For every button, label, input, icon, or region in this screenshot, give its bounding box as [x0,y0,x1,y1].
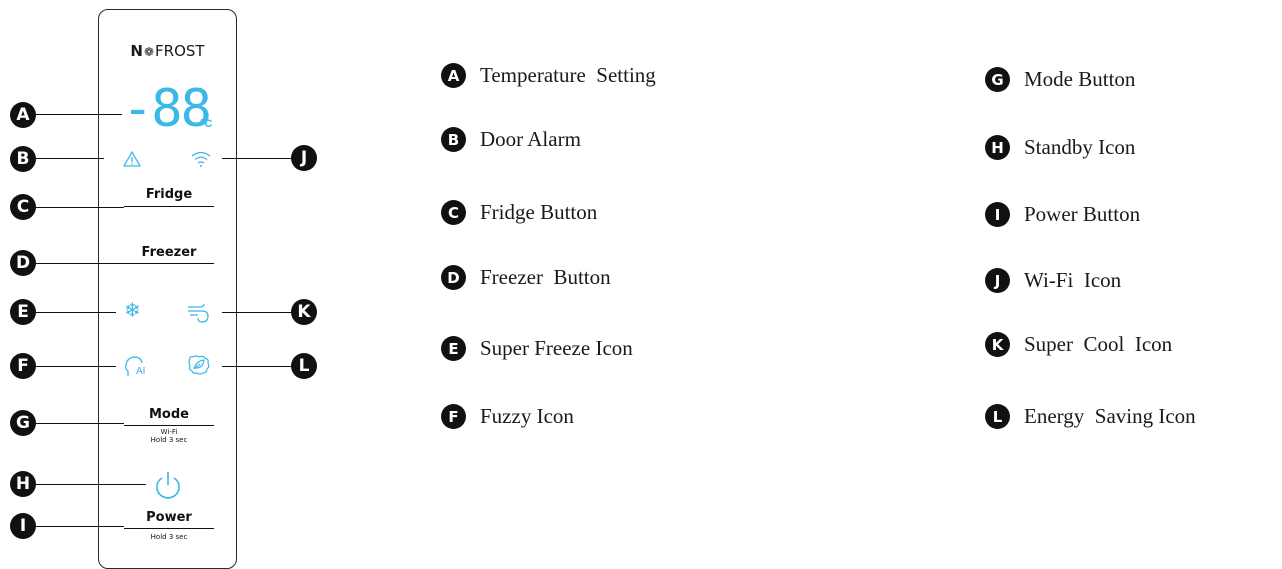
callout-k: K [291,299,317,325]
legend-item-b: B Door Alarm [441,127,581,152]
leader-a [36,114,122,115]
power-button-label[interactable]: Power [124,510,214,525]
leader-b [36,158,104,159]
callout-j: J [291,145,317,171]
leader-g [36,423,124,424]
legend-item-f: F Fuzzy Icon [441,404,574,429]
leader-d [36,263,124,264]
legend-label: Mode Button [1024,67,1136,91]
brand-flower-icon: ❁ [143,45,155,59]
legend-label: Temperature Setting [480,63,656,87]
legend-item-g: G Mode Button [985,67,1135,92]
legend-label: Energy Saving Icon [1024,404,1196,428]
wifi-icon [190,150,212,172]
callout-g: G [10,410,36,436]
legend-item-c: C Fridge Button [441,200,597,225]
legend-label: Wi-Fi Icon [1024,268,1122,292]
power-icon[interactable] [154,470,182,504]
callout-d: D [10,250,36,276]
fridge-button-label[interactable]: Fridge [124,187,214,202]
legend-badge: H [985,135,1010,160]
legend-item-l: L Energy Saving Icon [985,404,1196,429]
mode-button-label[interactable]: Mode [124,407,214,422]
legend-label: Super Freeze Icon [480,336,633,360]
legend-item-d: D Freezer Button [441,265,611,290]
legend-label: Super Cool Icon [1024,332,1173,356]
legend-badge: J [985,268,1010,293]
callout-e: E [10,299,36,325]
leader-c [36,207,124,208]
callout-h: H [10,471,36,497]
callout-l: L [291,353,317,379]
mode-sub-hold: Hold 3 sec [150,436,188,444]
legend-label: Power Button [1024,202,1141,226]
alert-triangle-icon [122,150,142,171]
freezer-button-line [124,263,214,264]
legend-badge: A [441,63,466,88]
ai-head-icon: AI [124,355,148,381]
legend-label: Fridge Button [480,200,598,224]
legend-label: Freezer Button [480,265,611,289]
legend-item-a: A Temperature Setting [441,63,656,88]
freezer-button-label[interactable]: Freezer [124,245,214,260]
power-sub-hold: Hold 3 sec [150,533,188,541]
leader-j [222,158,292,159]
legend-item-i: I Power Button [985,202,1140,227]
legend-item-k: K Super Cool Icon [985,332,1172,357]
legend-item-h: H Standby Icon [985,135,1135,160]
brand-logo: N❁FROST [130,42,205,60]
snowflake-icon: ❄ [124,300,141,322]
wind-icon [186,302,212,328]
legend-label: Fuzzy Icon [480,404,574,428]
callout-a: A [10,102,36,128]
legend-badge: G [985,67,1010,92]
legend-badge: L [985,404,1010,429]
legend-badge: K [985,332,1010,357]
callout-b: B [10,146,36,172]
legend-label: Standby Icon [1024,135,1136,159]
legend-badge: B [441,127,466,152]
leader-k [222,312,292,313]
leader-l [222,366,292,367]
leader-f [36,366,116,367]
legend-badge: I [985,202,1010,227]
legend-item-j: J Wi-Fi Icon [985,268,1121,293]
leaf-icon [187,354,211,380]
mode-sub-wifi: Wi-Fi [160,428,178,436]
temperature-unit: °C [200,118,213,130]
mode-button-line [124,425,214,426]
leader-h [36,484,146,485]
callout-f: F [10,353,36,379]
legend-badge: D [441,265,466,290]
fridge-button-line [124,206,214,207]
callout-c: C [10,194,36,220]
legend-badge: C [441,200,466,225]
callout-i: I [10,513,36,539]
legend-badge: E [441,336,466,361]
legend-label: Door Alarm [480,127,581,151]
temperature-display: -88 [122,79,212,139]
legend-badge: F [441,404,466,429]
svg-text:AI: AI [136,366,145,377]
legend-item-e: E Super Freeze Icon [441,336,633,361]
power-button-line [124,528,214,529]
leader-i [36,526,124,527]
leader-e [36,312,116,313]
